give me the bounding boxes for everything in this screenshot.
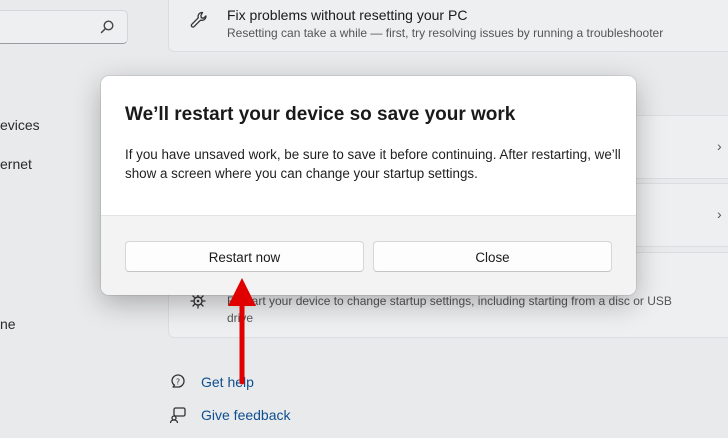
fix-problems-description: Resetting can take a while — first, try … [227,26,664,40]
help-icon: ? [171,374,185,388]
close-button[interactable]: Close [373,241,612,272]
sidebar-item-home[interactable]: ne [0,316,16,332]
restart-now-button[interactable]: Restart now [125,241,364,272]
fix-problems-title: Fix problems without resetting your PC [227,7,468,23]
svg-text:?: ? [176,378,180,387]
sidebar-item-internet[interactable]: ernet [0,156,32,172]
chevron-icon: › [717,138,722,154]
restart-dialog: We’ll restart your device so save your w… [101,76,636,295]
red-arrow-annotation [228,278,256,385]
fix-problems-card[interactable]: Fix problems without resetting your PC R… [168,0,728,52]
advanced-startup-description: Restart your device to change startup se… [227,294,672,308]
feedback-icon [169,407,186,424]
search-input[interactable] [0,10,128,44]
give-feedback-link[interactable]: Give feedback [201,407,291,423]
dialog-message: If you have unsaved work, be sure to sav… [125,147,621,181]
wrench-icon [190,11,207,28]
dialog-footer: Restart now Close [101,215,636,295]
chevron-icon: › [717,206,722,222]
dialog-title: We’ll restart your device so save your w… [125,104,516,125]
search-icon [100,20,114,34]
sidebar-item-devices[interactable]: evices [0,117,40,133]
